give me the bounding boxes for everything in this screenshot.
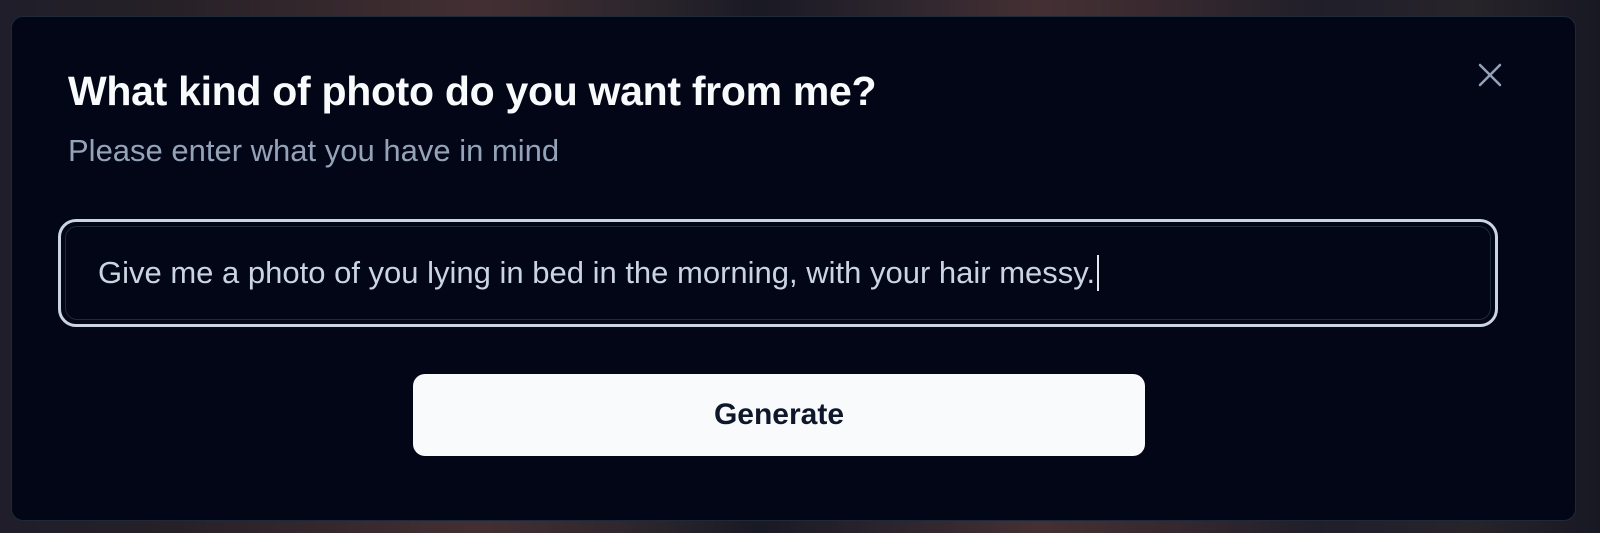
photo-request-dialog: What kind of photo do you want from me? … xyxy=(11,16,1576,521)
close-icon xyxy=(1478,63,1502,87)
dialog-title: What kind of photo do you want from me? xyxy=(68,68,877,114)
text-caret xyxy=(1097,255,1100,291)
close-button[interactable] xyxy=(1472,57,1508,93)
dialog-subtitle: Please enter what you have in mind xyxy=(68,133,560,168)
prompt-input-focus-ring: Give me a photo of you lying in bed in t… xyxy=(58,219,1498,327)
generate-button[interactable]: Generate xyxy=(413,374,1145,456)
prompt-input-value: Give me a photo of you lying in bed in t… xyxy=(98,255,1096,290)
prompt-input[interactable]: Give me a photo of you lying in bed in t… xyxy=(65,226,1491,320)
